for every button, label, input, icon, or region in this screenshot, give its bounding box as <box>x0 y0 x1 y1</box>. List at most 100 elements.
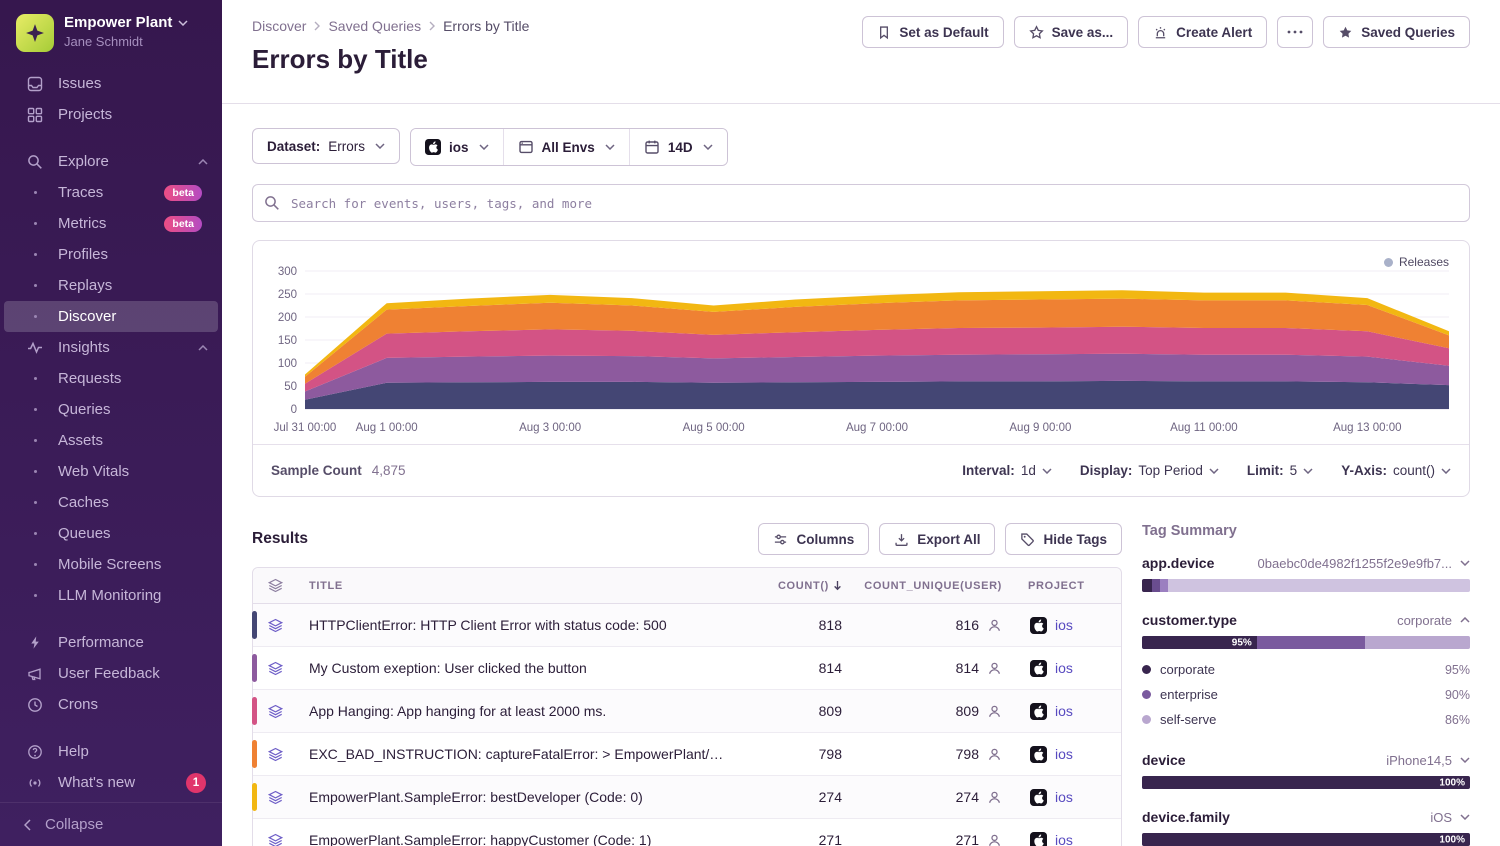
dataset-selector[interactable]: Dataset: Errors <box>252 128 400 164</box>
sidebar-item-user-feedback[interactable]: User Feedback <box>4 658 218 689</box>
tag-distribution-bar[interactable]: 100% <box>1142 833 1470 846</box>
sidebar-collapse-button[interactable]: Collapse <box>0 802 222 846</box>
set-as-default-button[interactable]: Set as Default <box>862 16 1003 48</box>
button-label: Columns <box>796 532 854 547</box>
user-icon <box>987 833 1002 846</box>
column-header-count-unique[interactable]: COUNT_UNIQUE(USER) <box>856 580 1016 592</box>
project-link[interactable]: ios <box>1055 746 1073 762</box>
tag-bar-segment: 100% <box>1142 833 1470 846</box>
sidebar-item-label: Replays <box>58 277 112 294</box>
tag-section-header[interactable]: customer.type corporate <box>1142 612 1470 628</box>
save-as-button[interactable]: Save as... <box>1014 16 1129 48</box>
tag-key: app.device <box>1142 555 1214 571</box>
sidebar-item-llm-monitoring[interactable]: LLM Monitoring <box>4 580 218 611</box>
row-title[interactable]: App Hanging: App hanging for at least 20… <box>297 703 741 719</box>
tag-legend-row[interactable]: corporate 95% <box>1142 657 1470 682</box>
tag-distribution-bar[interactable]: 100% <box>1142 776 1470 789</box>
breadcrumb-saved-queries[interactable]: Saved Queries <box>328 18 421 34</box>
org-switcher[interactable]: Empower Plant Jane Schmidt <box>0 0 222 60</box>
display-label: Display: <box>1080 463 1133 478</box>
sidebar-item-replays[interactable]: Replays <box>4 270 218 301</box>
project-selector[interactable]: ios <box>411 129 503 165</box>
tag-distribution-bar[interactable]: 95% <box>1142 636 1470 649</box>
column-header-count[interactable]: COUNT() <box>741 580 856 592</box>
breadcrumb-discover[interactable]: Discover <box>252 18 306 34</box>
interval-selector[interactable]: Interval: 1d <box>962 463 1052 478</box>
sidebar-item-whats-new[interactable]: What's new 1 <box>4 767 218 798</box>
ellipsis-icon <box>1287 30 1303 34</box>
table-row[interactable]: HTTPClientError: HTTP Client Error with … <box>253 604 1121 647</box>
tag-section-header[interactable]: device.family iOS <box>1142 809 1470 825</box>
column-header-project[interactable]: PROJECT <box>1016 580 1121 592</box>
sidebar-item-projects[interactable]: Projects <box>4 99 218 130</box>
project-link[interactable]: ios <box>1055 660 1073 676</box>
export-all-button[interactable]: Export All <box>879 523 995 555</box>
stack-icon <box>253 833 297 846</box>
project-link[interactable]: ios <box>1055 832 1073 846</box>
limit-value: 5 <box>1290 463 1298 478</box>
row-title[interactable]: My Custom exeption: User clicked the but… <box>297 660 741 676</box>
sidebar-item-caches[interactable]: Caches <box>4 487 218 518</box>
more-actions-button[interactable] <box>1277 16 1313 48</box>
saved-queries-button[interactable]: Saved Queries <box>1323 16 1470 48</box>
sidebar-item-traces[interactable]: Traces beta <box>4 177 218 208</box>
search-input[interactable] <box>252 184 1470 222</box>
sidebar-item-performance[interactable]: Performance <box>4 627 218 658</box>
sidebar-item-label: Queues <box>58 525 111 542</box>
row-title[interactable]: EmpowerPlant.SampleError: bestDeveloper … <box>297 789 741 805</box>
sidebar-item-label: LLM Monitoring <box>58 587 161 604</box>
hide-tags-button[interactable]: Hide Tags <box>1005 523 1122 555</box>
row-title[interactable]: EmpowerPlant.SampleError: happyCustomer … <box>297 832 741 846</box>
sidebar-item-web-vitals[interactable]: Web Vitals <box>4 456 218 487</box>
star-filled-icon <box>1338 25 1353 40</box>
sidebar-section-explore[interactable]: Explore <box>4 146 218 177</box>
project-link[interactable]: ios <box>1055 703 1073 719</box>
tag-legend-row[interactable]: enterprise 90% <box>1142 682 1470 707</box>
columns-button[interactable]: Columns <box>758 523 869 555</box>
stack-icon <box>253 747 297 762</box>
row-count-unique: 798 <box>956 746 979 762</box>
environment-selector[interactable]: All Envs <box>503 129 629 165</box>
sidebar-item-profiles[interactable]: Profiles <box>4 239 218 270</box>
table-row[interactable]: My Custom exeption: User clicked the but… <box>253 647 1121 690</box>
tag-section-header[interactable]: device iPhone14,5 <box>1142 752 1470 768</box>
tag-top-value: iPhone14,5 <box>1386 753 1452 768</box>
sidebar-item-issues[interactable]: Issues <box>4 68 218 99</box>
row-title[interactable]: HTTPClientError: HTTP Client Error with … <box>297 617 741 633</box>
table-row[interactable]: EmpowerPlant.SampleError: bestDeveloper … <box>253 776 1121 819</box>
row-title[interactable]: EXC_BAD_INSTRUCTION: captureFatalError: … <box>297 746 741 762</box>
apple-platform-icon <box>1030 660 1047 677</box>
project-link[interactable]: ios <box>1055 789 1073 805</box>
sidebar-item-label: What's new <box>58 774 135 791</box>
yaxis-selector[interactable]: Y-Axis: count() <box>1341 463 1451 478</box>
create-alert-button[interactable]: Create Alert <box>1138 16 1267 48</box>
column-header-title[interactable]: TITLE <box>297 580 741 592</box>
limit-selector[interactable]: Limit: 5 <box>1247 463 1313 478</box>
sidebar-item-assets[interactable]: Assets <box>4 425 218 456</box>
display-selector[interactable]: Display: Top Period <box>1080 463 1219 478</box>
tag-legend-row[interactable]: self-serve 86% <box>1142 707 1470 732</box>
table-row[interactable]: App Hanging: App hanging for at least 20… <box>253 690 1121 733</box>
button-label: Save as... <box>1052 25 1114 40</box>
table-row[interactable]: EXC_BAD_INSTRUCTION: captureFatalError: … <box>253 733 1121 776</box>
stacked-area-chart[interactable]: 050100150200250300Jul 31 00:00Aug 1 00:0… <box>259 247 1463 444</box>
sidebar-section-insights[interactable]: Insights <box>4 332 218 363</box>
sidebar-item-crons[interactable]: Crons <box>4 689 218 720</box>
sidebar-item-queries[interactable]: Queries <box>4 394 218 425</box>
sidebar-item-discover[interactable]: Discover <box>4 301 218 332</box>
tag-distribution-bar[interactable] <box>1142 579 1470 592</box>
sidebar-item-label: Performance <box>58 634 144 651</box>
sidebar-item-requests[interactable]: Requests <box>4 363 218 394</box>
releases-legend[interactable]: Releases <box>1384 255 1449 269</box>
date-range-selector[interactable]: 14D <box>629 129 727 165</box>
tag-section-header[interactable]: app.device 0baebc0de4982f1255f2e9e9fb7..… <box>1142 555 1470 571</box>
tag-section-customer-type: customer.type corporate 95% corporate 95… <box>1142 612 1470 732</box>
org-user-name: Jane Schmidt <box>64 34 188 49</box>
sidebar-item-mobile-screens[interactable]: Mobile Screens <box>4 549 218 580</box>
sidebar-item-queues[interactable]: Queues <box>4 518 218 549</box>
sample-count: Sample Count4,875 <box>271 463 406 478</box>
project-link[interactable]: ios <box>1055 617 1073 633</box>
sidebar-item-help[interactable]: Help <box>4 736 218 767</box>
table-row[interactable]: EmpowerPlant.SampleError: happyCustomer … <box>253 819 1121 846</box>
sidebar-item-metrics[interactable]: Metrics beta <box>4 208 218 239</box>
